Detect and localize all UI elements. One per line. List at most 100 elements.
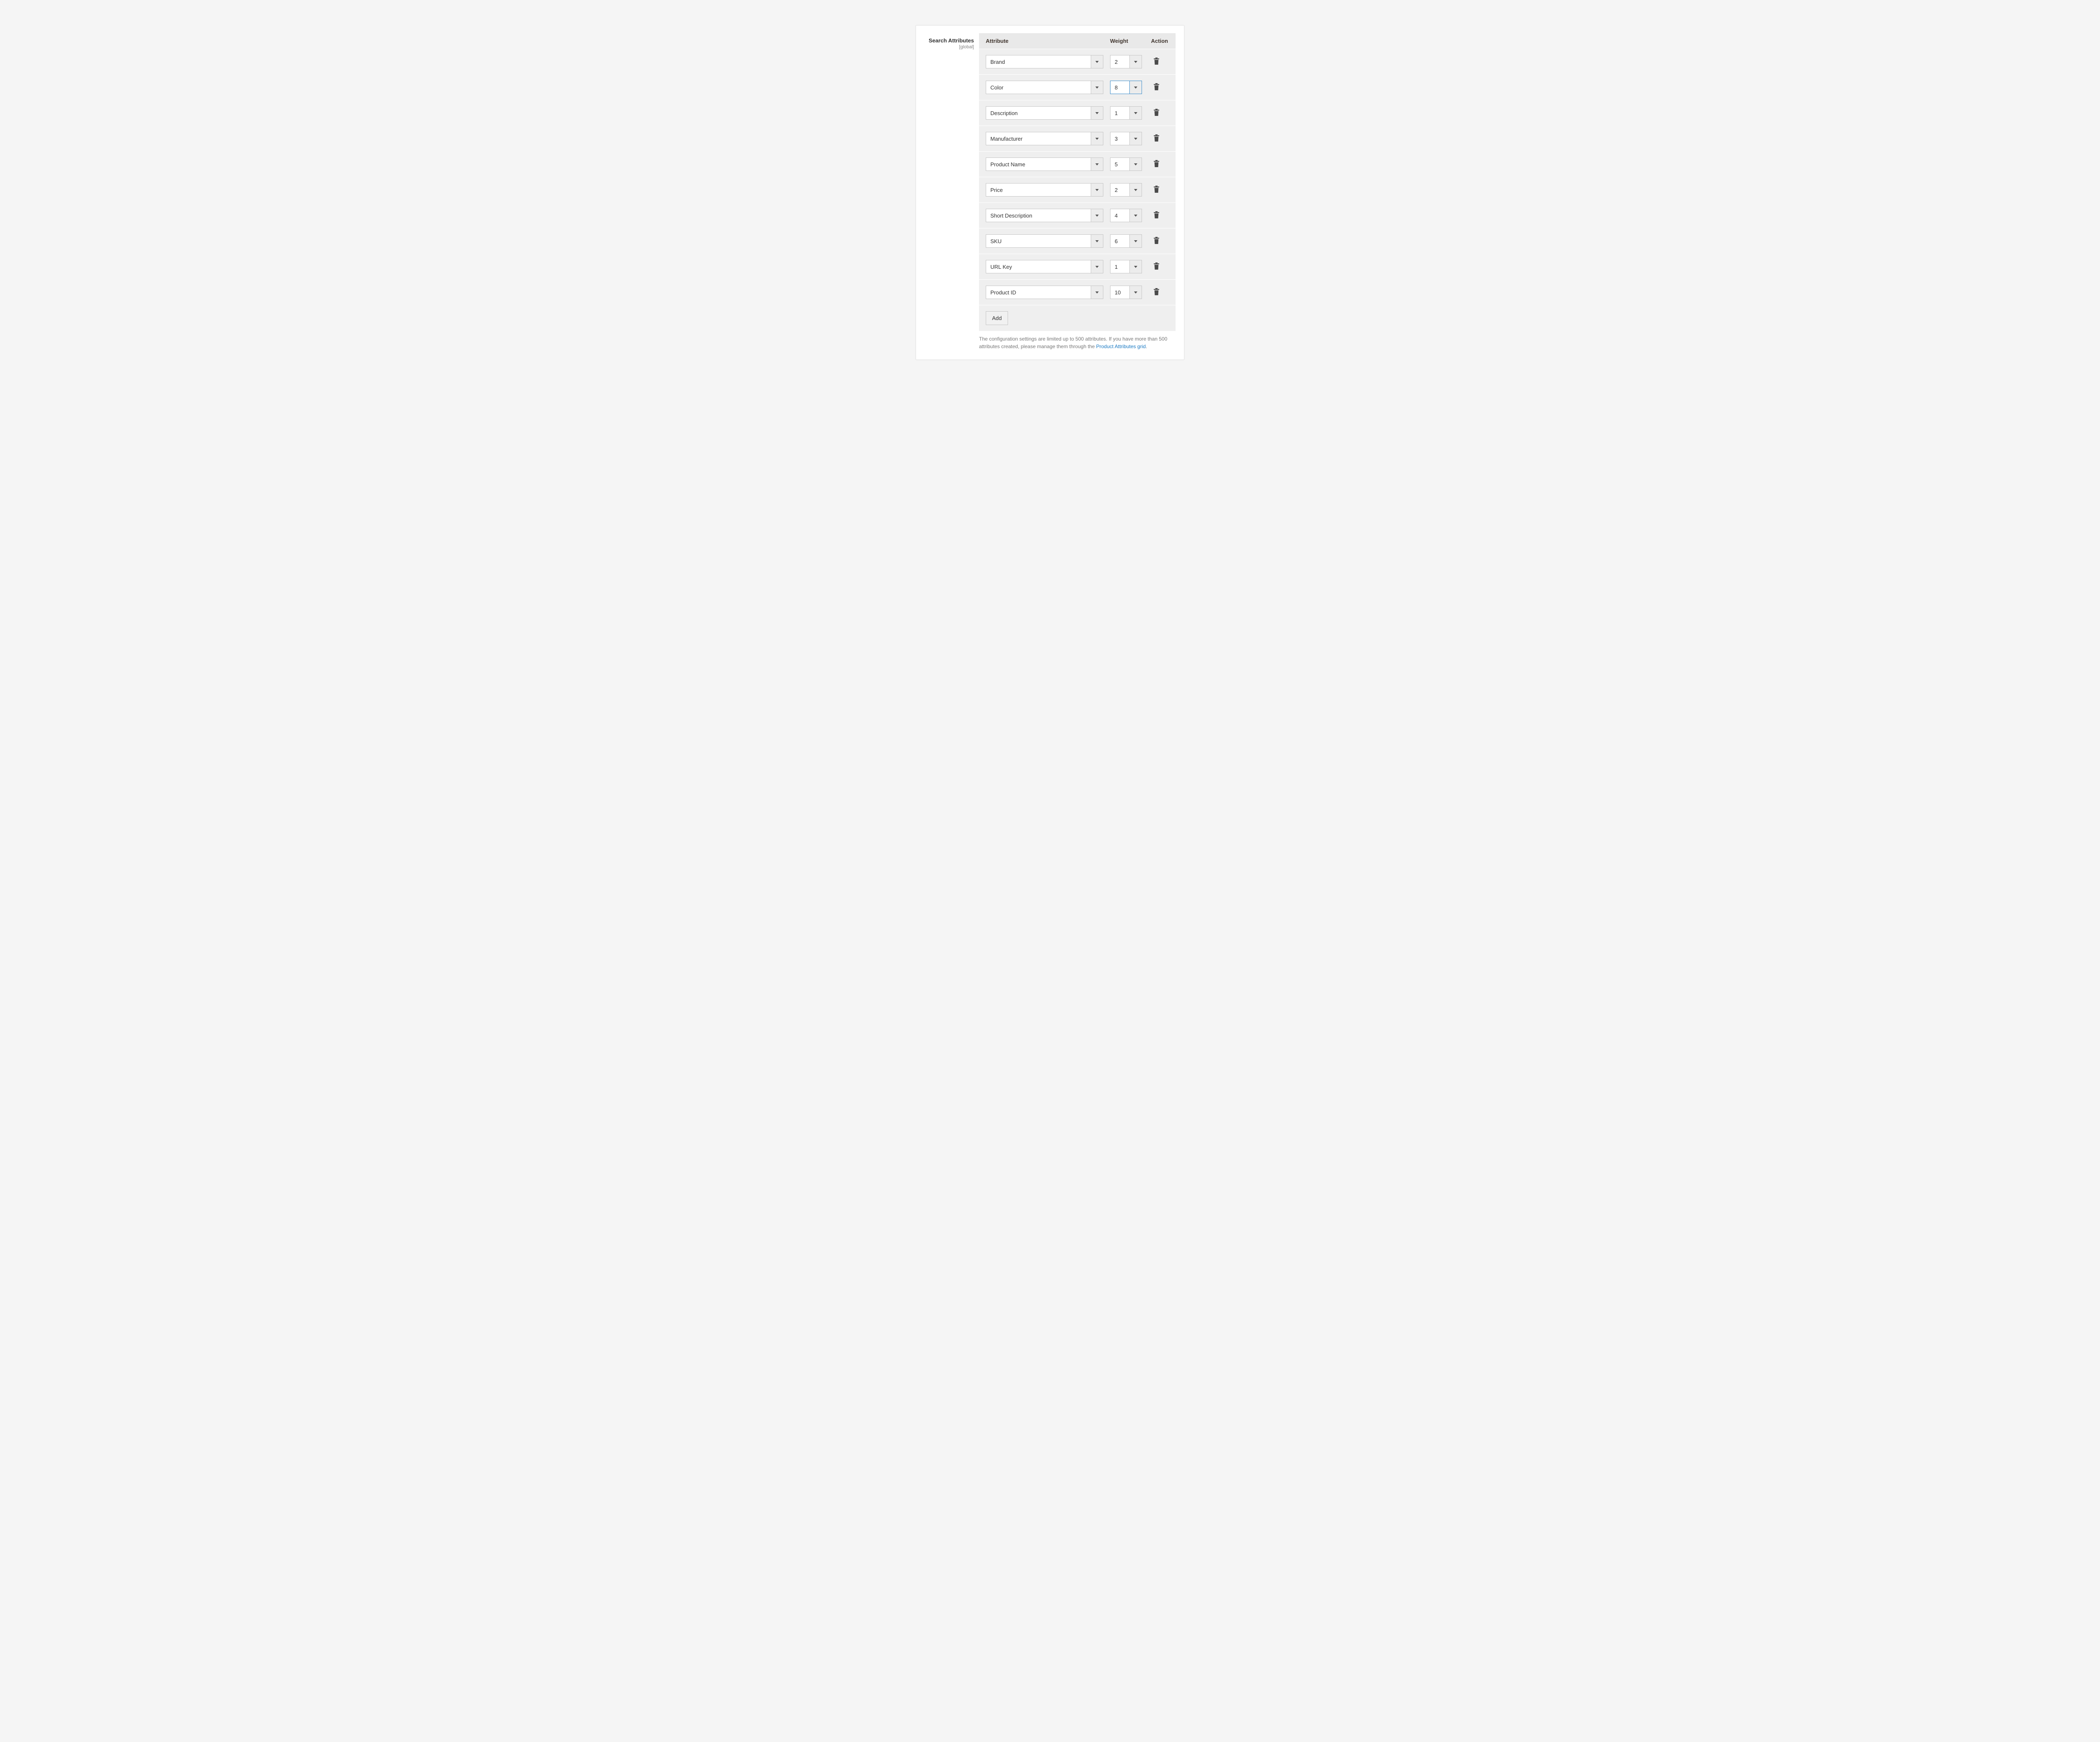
attribute-dropdown-button[interactable] <box>1091 260 1103 273</box>
weight-input[interactable] <box>1110 157 1129 171</box>
weight-input[interactable] <box>1110 55 1129 68</box>
weight-select[interactable] <box>1110 209 1144 222</box>
attribute-select[interactable] <box>986 234 1103 248</box>
weight-dropdown-button[interactable] <box>1129 183 1142 197</box>
weight-input[interactable] <box>1110 132 1129 145</box>
trash-icon <box>1153 160 1160 168</box>
attribute-input[interactable] <box>986 81 1091 94</box>
attribute-input[interactable] <box>986 209 1091 222</box>
attribute-dropdown-button[interactable] <box>1091 132 1103 145</box>
trash-icon <box>1153 237 1160 245</box>
weight-dropdown-button[interactable] <box>1129 81 1142 94</box>
attribute-input[interactable] <box>986 106 1091 120</box>
search-attributes-panel: Search Attributes [global] Attribute Wei… <box>916 25 1184 360</box>
section-body: Attribute Weight Action Add The configur… <box>979 33 1176 350</box>
attribute-input[interactable] <box>986 260 1091 273</box>
weight-input[interactable] <box>1110 286 1129 299</box>
weight-input[interactable] <box>1110 106 1129 120</box>
attribute-select[interactable] <box>986 55 1103 68</box>
weight-select[interactable] <box>1110 183 1144 197</box>
weight-select[interactable] <box>1110 81 1144 94</box>
delete-row-button[interactable] <box>1150 133 1162 144</box>
section-title: Search Attributes <box>924 37 974 44</box>
attribute-input[interactable] <box>986 55 1091 68</box>
attribute-select[interactable] <box>986 260 1103 273</box>
delete-row-button[interactable] <box>1150 286 1162 298</box>
trash-icon <box>1153 186 1160 194</box>
weight-dropdown-button[interactable] <box>1129 234 1142 248</box>
attribute-dropdown-button[interactable] <box>1091 209 1103 222</box>
attribute-input[interactable] <box>986 183 1091 197</box>
delete-row-button[interactable] <box>1150 107 1162 119</box>
weight-select[interactable] <box>1110 132 1144 145</box>
chevron-down-icon <box>1095 87 1099 89</box>
weight-dropdown-button[interactable] <box>1129 132 1142 145</box>
attribute-dropdown-button[interactable] <box>1091 81 1103 94</box>
section-label: Search Attributes [global] <box>924 33 979 350</box>
weight-select[interactable] <box>1110 55 1144 68</box>
table-row <box>979 74 1176 100</box>
attribute-select[interactable] <box>986 183 1103 197</box>
table-row <box>979 49 1176 74</box>
weight-select[interactable] <box>1110 157 1144 171</box>
trash-icon <box>1153 58 1160 66</box>
delete-row-button[interactable] <box>1150 56 1162 68</box>
chevron-down-icon <box>1134 266 1137 268</box>
attribute-select[interactable] <box>986 157 1103 171</box>
attribute-dropdown-button[interactable] <box>1091 286 1103 299</box>
weight-dropdown-button[interactable] <box>1129 286 1142 299</box>
chevron-down-icon <box>1095 291 1099 294</box>
delete-row-button[interactable] <box>1150 210 1162 221</box>
product-attributes-grid-link[interactable]: Product Attributes grid <box>1096 344 1146 349</box>
delete-row-button[interactable] <box>1150 235 1162 247</box>
weight-input[interactable] <box>1110 183 1129 197</box>
weight-input[interactable] <box>1110 81 1129 94</box>
chevron-down-icon <box>1095 189 1099 191</box>
attribute-select[interactable] <box>986 209 1103 222</box>
weight-input[interactable] <box>1110 234 1129 248</box>
chevron-down-icon <box>1095 112 1099 114</box>
attribute-input[interactable] <box>986 234 1091 248</box>
weight-dropdown-button[interactable] <box>1129 106 1142 120</box>
chevron-down-icon <box>1095 163 1099 165</box>
attribute-dropdown-button[interactable] <box>1091 106 1103 120</box>
weight-select[interactable] <box>1110 234 1144 248</box>
attribute-select[interactable] <box>986 106 1103 120</box>
weight-dropdown-button[interactable] <box>1129 55 1142 68</box>
delete-row-button[interactable] <box>1150 261 1162 273</box>
attribute-dropdown-button[interactable] <box>1091 183 1103 197</box>
table-row <box>979 279 1176 305</box>
weight-select[interactable] <box>1110 286 1144 299</box>
section-scope: [global] <box>924 45 974 50</box>
delete-row-button[interactable] <box>1150 158 1162 170</box>
chevron-down-icon <box>1134 138 1137 140</box>
chevron-down-icon <box>1095 138 1099 140</box>
delete-row-button[interactable] <box>1150 81 1162 93</box>
attribute-dropdown-button[interactable] <box>1091 234 1103 248</box>
attribute-dropdown-button[interactable] <box>1091 55 1103 68</box>
attribute-input[interactable] <box>986 157 1091 171</box>
add-button[interactable]: Add <box>986 311 1008 325</box>
attribute-input[interactable] <box>986 286 1091 299</box>
attribute-dropdown-button[interactable] <box>1091 157 1103 171</box>
weight-dropdown-button[interactable] <box>1129 260 1142 273</box>
chevron-down-icon <box>1134 87 1137 89</box>
attribute-select[interactable] <box>986 81 1103 94</box>
trash-icon <box>1153 211 1160 220</box>
weight-input[interactable] <box>1110 209 1129 222</box>
weight-select[interactable] <box>1110 106 1144 120</box>
attribute-select[interactable] <box>986 132 1103 145</box>
table-row <box>979 151 1176 177</box>
weight-dropdown-button[interactable] <box>1129 209 1142 222</box>
delete-row-button[interactable] <box>1150 184 1162 196</box>
note-suffix: . <box>1146 344 1147 349</box>
chevron-down-icon <box>1134 291 1137 294</box>
chevron-down-icon <box>1095 240 1099 242</box>
trash-icon <box>1153 262 1160 271</box>
attribute-select[interactable] <box>986 286 1103 299</box>
weight-dropdown-button[interactable] <box>1129 157 1142 171</box>
weight-input[interactable] <box>1110 260 1129 273</box>
chevron-down-icon <box>1134 61 1137 63</box>
weight-select[interactable] <box>1110 260 1144 273</box>
attribute-input[interactable] <box>986 132 1091 145</box>
